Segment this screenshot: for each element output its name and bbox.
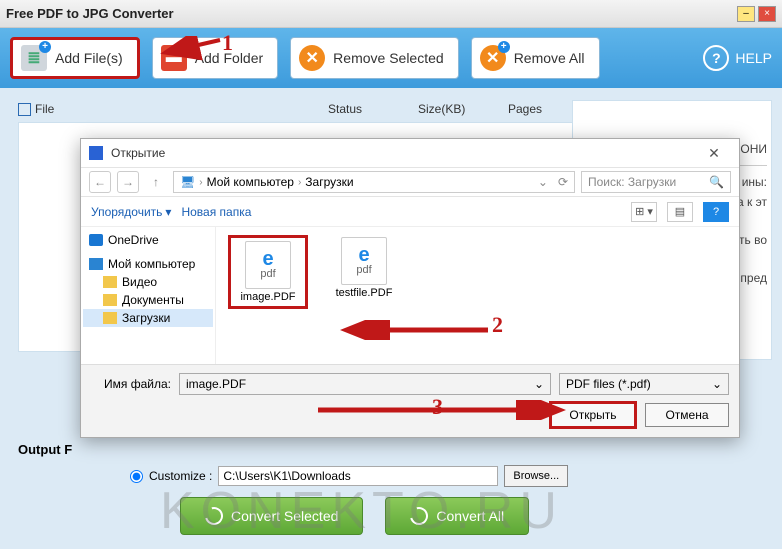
close-button[interactable]: × bbox=[758, 6, 776, 22]
pc-icon: 🖥 bbox=[180, 175, 195, 189]
main-toolbar: ≣+ Add File(s) ▬+ Add Folder ✕ Remove Se… bbox=[0, 28, 782, 88]
search-input[interactable]: Поиск: Загрузки 🔍 bbox=[581, 171, 731, 193]
filetype-select[interactable]: PDF files (*.pdf)⌄ bbox=[559, 373, 729, 395]
chevron-right-icon: › bbox=[298, 177, 301, 188]
col-file: File bbox=[35, 102, 54, 116]
view-icons-button[interactable]: ⊞ ▾ bbox=[631, 202, 657, 222]
chevron-right-icon: › bbox=[199, 177, 202, 188]
dialog-nav: ← → ↑ 🖥 › Мой компьютер › Загрузки ⌄ ⟳ П… bbox=[81, 167, 739, 197]
folder-icon bbox=[103, 312, 117, 324]
breadcrumb[interactable]: 🖥 › Мой компьютер › Загрузки ⌄ ⟳ bbox=[173, 171, 575, 193]
col-status: Status bbox=[328, 102, 418, 116]
nav-forward-button[interactable]: → bbox=[117, 171, 139, 193]
open-dialog: Открытие ✕ ← → ↑ 🖥 › Мой компьютер › Заг… bbox=[80, 138, 740, 438]
tree-downloads[interactable]: Загрузки bbox=[83, 309, 213, 327]
remove-selected-button[interactable]: ✕ Remove Selected bbox=[290, 37, 459, 79]
remove-all-button[interactable]: ✕+ Remove All bbox=[471, 37, 600, 79]
col-pages: Pages bbox=[508, 102, 578, 116]
pdf-icon: epdf bbox=[341, 237, 387, 285]
nav-up-button[interactable]: ↑ bbox=[145, 171, 167, 193]
file-grid: epdf image.PDF epdf testfile.PDF bbox=[216, 227, 739, 364]
add-folder-label: Add Folder bbox=[195, 50, 263, 66]
col-size: Size(KB) bbox=[418, 102, 508, 116]
select-all-checkbox[interactable] bbox=[18, 103, 31, 116]
tree-onedrive[interactable]: OneDrive bbox=[83, 231, 213, 249]
file-tile[interactable]: epdf testfile.PDF bbox=[326, 237, 402, 299]
dialog-footer: Имя файла: image.PDF⌄ PDF files (*.pdf)⌄… bbox=[81, 364, 739, 437]
help-button[interactable]: ? HELP bbox=[703, 45, 772, 71]
folder-icon: ▬+ bbox=[161, 45, 187, 71]
filename-label: Имя файла: bbox=[91, 377, 171, 391]
chevron-down-icon[interactable]: ⌄ bbox=[538, 175, 548, 189]
refresh-icon[interactable]: ⟳ bbox=[558, 175, 568, 189]
output-label: Output F bbox=[18, 442, 72, 457]
remove-selected-label: Remove Selected bbox=[333, 50, 444, 66]
title-bar: Free PDF to JPG Converter – × bbox=[0, 0, 782, 28]
pdf-icon: epdf bbox=[245, 241, 291, 289]
cloud-icon bbox=[89, 234, 103, 246]
dialog-body: OneDrive Мой компьютер Видео Документы З… bbox=[81, 227, 739, 364]
view-details-button[interactable]: ▤ bbox=[667, 202, 693, 222]
add-folder-button[interactable]: ▬+ Add Folder bbox=[152, 37, 278, 79]
organize-button[interactable]: Упорядочить ▾ bbox=[91, 205, 171, 219]
dialog-title: Открытие bbox=[111, 146, 165, 160]
add-files-button[interactable]: ≣+ Add File(s) bbox=[10, 37, 140, 79]
help-icon: ? bbox=[703, 45, 729, 71]
file-name: image.PDF bbox=[232, 291, 304, 303]
pc-icon bbox=[89, 258, 103, 270]
search-placeholder: Поиск: Загрузки bbox=[588, 175, 676, 189]
folder-icon bbox=[103, 276, 117, 288]
window-title: Free PDF to JPG Converter bbox=[6, 6, 174, 21]
file-name: testfile.PDF bbox=[326, 287, 402, 299]
folder-tree: OneDrive Мой компьютер Видео Документы З… bbox=[81, 227, 216, 364]
add-files-label: Add File(s) bbox=[55, 50, 123, 66]
chevron-down-icon: ▾ bbox=[165, 205, 171, 219]
dialog-titlebar: Открытие ✕ bbox=[81, 139, 739, 167]
minimize-button[interactable]: – bbox=[737, 6, 755, 22]
tree-docs[interactable]: Документы bbox=[83, 291, 213, 309]
plus-badge-icon: + bbox=[179, 41, 191, 53]
help-label: HELP bbox=[735, 50, 772, 66]
window-buttons: – × bbox=[737, 6, 776, 22]
breadcrumb-item[interactable]: Мой компьютер bbox=[207, 175, 294, 189]
remove-icon: ✕ bbox=[299, 45, 325, 71]
tree-mypc[interactable]: Мой компьютер bbox=[83, 255, 213, 273]
customize-radio[interactable] bbox=[130, 470, 143, 483]
breadcrumb-item[interactable]: Загрузки bbox=[305, 175, 353, 189]
filename-input[interactable]: image.PDF⌄ bbox=[179, 373, 551, 395]
chevron-down-icon[interactable]: ⌄ bbox=[534, 377, 544, 391]
plus-badge-icon: + bbox=[39, 41, 51, 53]
nav-back-button[interactable]: ← bbox=[89, 171, 111, 193]
file-icon: ≣+ bbox=[21, 45, 47, 71]
chevron-down-icon[interactable]: ⌄ bbox=[712, 377, 722, 391]
watermark: KONEKTO.RU bbox=[160, 481, 563, 541]
dialog-help-button[interactable]: ? bbox=[703, 202, 729, 222]
folder-icon bbox=[103, 294, 117, 306]
dialog-icon bbox=[89, 146, 103, 160]
search-icon: 🔍 bbox=[709, 175, 724, 189]
open-button[interactable]: Открыть bbox=[551, 403, 635, 427]
dialog-close-button[interactable]: ✕ bbox=[697, 143, 731, 163]
tree-video[interactable]: Видео bbox=[83, 273, 213, 291]
remove-all-label: Remove All bbox=[514, 50, 585, 66]
plus-badge-icon: + bbox=[498, 41, 510, 53]
remove-icon: ✕+ bbox=[480, 45, 506, 71]
dialog-toolbar: Упорядочить ▾ Новая папка ⊞ ▾ ▤ ? bbox=[81, 197, 739, 227]
file-tile-selected[interactable]: epdf image.PDF bbox=[230, 237, 306, 307]
cancel-button[interactable]: Отмена bbox=[645, 403, 729, 427]
new-folder-button[interactable]: Новая папка bbox=[181, 205, 251, 219]
